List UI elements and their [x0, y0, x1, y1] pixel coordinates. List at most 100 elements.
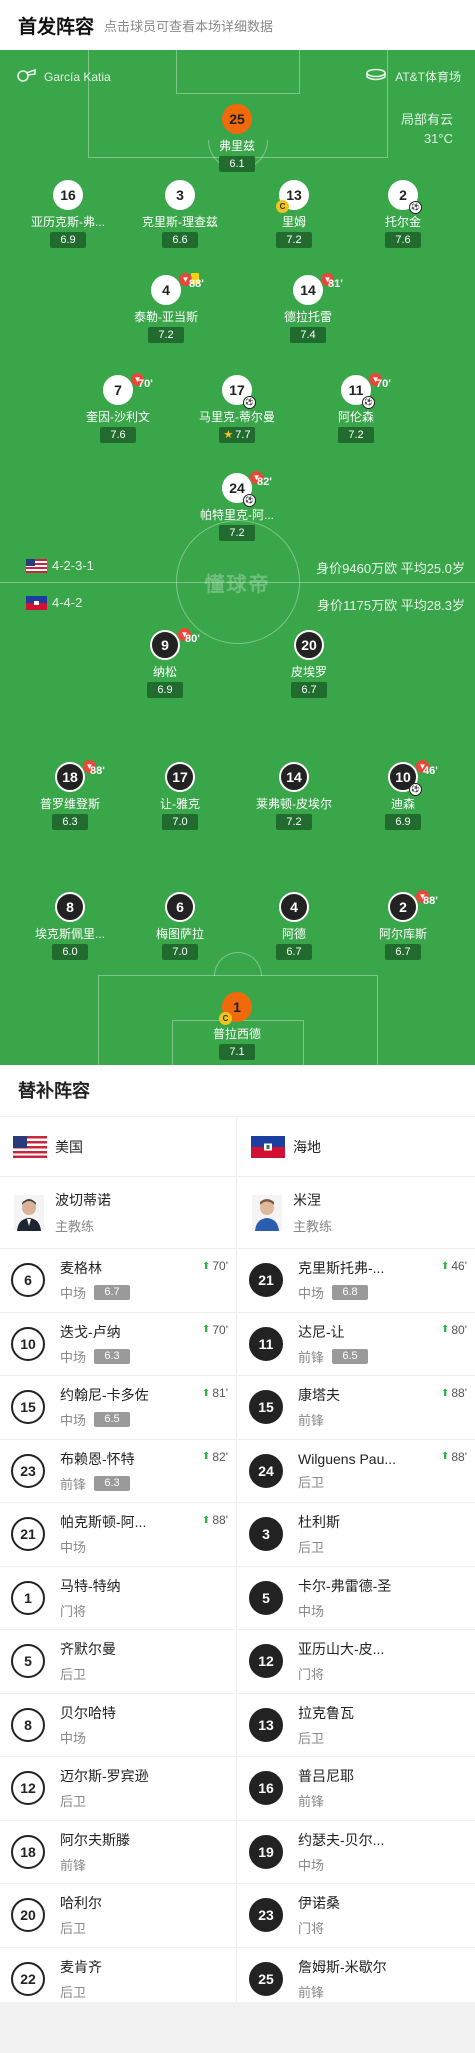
player-home-11[interactable]: 11 ▼ ⚽ 70' 阿伦森 7.2	[301, 373, 411, 443]
player-rating: 6.5	[94, 1412, 131, 1428]
player-number: 15	[249, 1390, 283, 1425]
player-number: 6	[11, 1263, 45, 1298]
substitute-row[interactable]: 24 Wilguens Pau... 后卫 ⬆ 88'	[238, 1440, 475, 1503]
substitute-row[interactable]: 12 迈尔斯-罗宾逊 后卫	[0, 1757, 236, 1821]
home-coach[interactable]: 波切蒂诺 主教练	[0, 1177, 236, 1249]
substitute-row[interactable]: 21 克里斯托弗-... 中场 6.8 ⬆ 46'	[238, 1249, 475, 1313]
away-coach[interactable]: 米涅 主教练	[238, 1177, 475, 1249]
substitute-row[interactable]: 18 阿尔夫斯滕 前锋	[0, 1821, 236, 1884]
player-number: 24	[229, 480, 245, 496]
player-number: 17	[229, 382, 245, 398]
haiti-flag-icon	[26, 596, 47, 610]
player-name: 埃克斯佩里...	[34, 927, 105, 941]
substitute-row[interactable]: 11 达尼-让 前锋 6.5 ⬆ 80'	[238, 1313, 475, 1376]
sub-minute: 82'	[257, 476, 272, 488]
haiti-flag-icon	[251, 1135, 285, 1158]
player-away-2[interactable]: 2 ▼ 88' 阿尔库斯 6.7	[348, 890, 458, 960]
player-position: 后卫	[298, 1730, 325, 1746]
substitute-row[interactable]: 15 康塔夫 前锋 ⬆ 88'	[238, 1376, 475, 1440]
player-home-14[interactable]: 14 ▼ 81' 德拉托雷 7.4	[253, 273, 363, 343]
sub-minute: 70'	[138, 378, 153, 390]
player-number: 23	[249, 1898, 283, 1933]
player-home-7[interactable]: 7 ▼ 70' 奎因-沙利文 7.6	[63, 373, 173, 443]
substitute-row[interactable]: 21 帕克斯顿-阿... 中场 ⬆ 88'	[0, 1503, 236, 1567]
player-home-25[interactable]: 25 弗里兹 6.1	[182, 104, 292, 172]
player-number: 11	[249, 1326, 283, 1361]
player-home-2[interactable]: 2 ⚽ 托尔金 7.6	[348, 180, 458, 248]
substitute-row[interactable]: 5 齐默尔曼 后卫	[0, 1630, 236, 1694]
player-away-1[interactable]: 1 C 普拉西德 7.1	[182, 992, 292, 1060]
venue: AT&T体育场	[365, 68, 461, 85]
player-home-3[interactable]: 3 克里斯-理查兹 6.6	[125, 180, 235, 248]
sub-minute: 70'	[212, 1259, 228, 1273]
substitute-row[interactable]: 23 布赖恩-怀特 前锋 6.3 ⬆ 82'	[0, 1440, 236, 1503]
sub-in-time: ⬆ 82'	[202, 1450, 228, 1464]
substitute-row[interactable]: 19 约瑟夫-贝尔... 中场	[238, 1821, 475, 1884]
player-name: 卡尔-弗雷德-圣	[298, 1577, 392, 1594]
player-position: 前锋	[298, 1413, 325, 1429]
substitute-row[interactable]: 5 卡尔-弗雷德-圣 中场	[238, 1567, 475, 1630]
player-away-20[interactable]: 20 皮埃罗 6.7	[254, 630, 364, 698]
player-name: 帕特里克-阿...	[200, 508, 274, 522]
player-name: 詹姆斯-米歇尔	[298, 1958, 387, 1975]
player-away-14[interactable]: 14 莱弗顿-皮埃尔 7.2	[239, 762, 349, 830]
substitute-row[interactable]: 10 迭戈-卢纳 中场 6.3 ⬆ 70'	[0, 1313, 236, 1376]
player-number: 20	[11, 1898, 45, 1933]
player-number: 23	[11, 1453, 45, 1488]
substitute-row[interactable]: 20 哈利尔 后卫	[0, 1884, 236, 1948]
substitute-row[interactable]: 3 杜利斯 后卫	[238, 1503, 475, 1567]
player-home-4[interactable]: 4 ▼ 88' 泰勒-亚当斯 7.2	[111, 273, 221, 343]
sub-minute: 88'	[212, 1513, 228, 1527]
player-home-17[interactable]: 17 ⚽ 马里克-蒂尔曼 ★ 7.7	[182, 375, 292, 443]
player-name: 麦格林	[60, 1260, 102, 1277]
player-away-10[interactable]: 10 ▼ ⚽ 46' 迪森 6.9	[348, 760, 458, 830]
player-away-8[interactable]: 8 埃克斯佩里... 6.0	[15, 892, 125, 960]
player-position: 中场	[60, 1413, 87, 1429]
substitute-row[interactable]: 23 伊诺桑 门将	[238, 1884, 475, 1948]
venue-name: AT&T体育场	[395, 70, 461, 84]
substitute-row[interactable]: 15 约翰尼-卡多佐 中场 6.5 ⬆ 81'	[0, 1376, 236, 1440]
player-number: 16	[249, 1771, 283, 1806]
substitute-row[interactable]: 16 普吕尼耶 前锋	[238, 1757, 475, 1821]
player-number: 10	[11, 1326, 45, 1361]
player-name: 克里斯托弗-...	[298, 1260, 385, 1277]
player-name: 莱弗顿-皮埃尔	[256, 797, 332, 811]
player-name: 马特-特纳	[60, 1577, 121, 1594]
player-rating: 7.0	[162, 814, 198, 830]
player-name: 托尔金	[384, 215, 421, 229]
substitute-row[interactable]: 1 马特-特纳 门将	[0, 1567, 236, 1630]
player-away-9[interactable]: 9 ▼ 80' 纳松 6.9	[110, 628, 220, 698]
player-number: 10	[395, 769, 411, 785]
player-away-18[interactable]: 18 ▼ 88' 普罗维登斯 6.3	[15, 760, 125, 830]
substitute-row[interactable]: 6 麦格林 中场 6.7 ⬆ 70'	[0, 1249, 236, 1313]
player-name: 阿尔夫斯滕	[60, 1831, 130, 1848]
arrow-up-icon: ⬆	[440, 1324, 450, 1335]
star-icon: ★	[223, 429, 234, 441]
usa-flag-icon	[13, 1135, 47, 1158]
player-position: 中场	[60, 1730, 87, 1746]
player-home-24[interactable]: 24 ▼ ⚽ 82' 帕特里克-阿... 7.2	[182, 471, 292, 541]
substitute-row[interactable]: 13 拉克鲁瓦 后卫	[238, 1694, 475, 1757]
temperature: 31°C	[423, 131, 453, 146]
player-number: 12	[11, 1771, 45, 1806]
player-home-13[interactable]: 13 C 里姆 7.2	[239, 180, 349, 248]
player-away-6[interactable]: 6 梅图萨拉 7.0	[125, 892, 235, 960]
bottom-spacer	[0, 2002, 475, 2053]
player-home-16[interactable]: 16 亚历克斯-弗... 6.9	[13, 180, 123, 248]
substitute-row[interactable]: 12 亚历山大-皮... 门将	[238, 1630, 475, 1694]
player-rating: 6.7	[94, 1285, 131, 1301]
soccer-ball-icon: ⚽	[409, 201, 422, 214]
player-away-4[interactable]: 4 阿德 6.7	[239, 892, 349, 960]
player-rating: 7.6	[100, 427, 136, 443]
player-number: 15	[11, 1390, 45, 1425]
sub-minute: 81'	[328, 278, 343, 290]
substitute-row[interactable]: 8 贝尔哈特 中场	[0, 1694, 236, 1757]
player-position: 后卫	[298, 1540, 325, 1556]
player-rating: 6.3	[52, 814, 88, 830]
player-name: 皮埃罗	[290, 665, 327, 679]
player-name: 贝尔哈特	[60, 1704, 116, 1721]
player-rating: 7.2	[276, 814, 312, 830]
sub-minute: 70'	[376, 378, 391, 390]
player-away-17[interactable]: 17 让-雅克 7.0	[125, 762, 235, 830]
player-name: 马里克-蒂尔曼	[199, 410, 275, 424]
